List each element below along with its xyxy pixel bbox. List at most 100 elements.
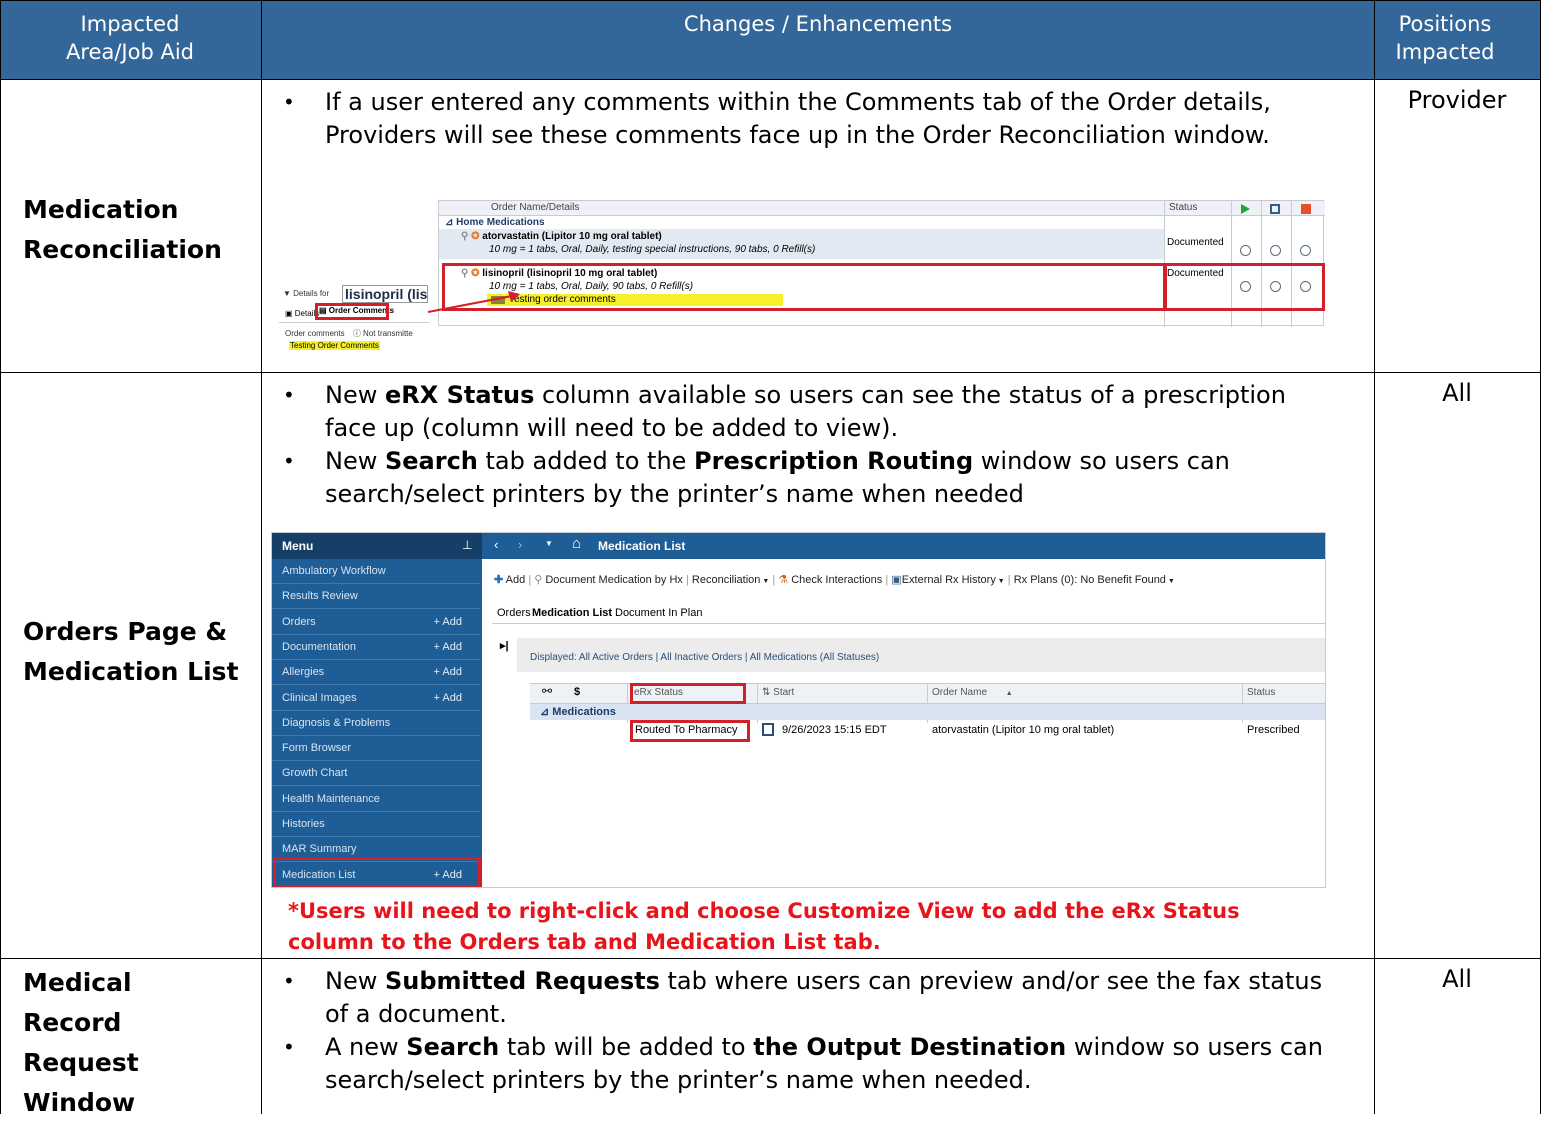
- add-button[interactable]: ✚ Add: [494, 574, 525, 586]
- sidebar-item[interactable]: Health Maintenance: [272, 787, 480, 812]
- area-orders-page: Orders Page & Medication List: [23, 617, 239, 686]
- sidebar-item[interactable]: Clinical Images + Add: [272, 686, 480, 711]
- pill-icon: ⚲: [461, 231, 469, 242]
- sidebar-item[interactable]: Orders + Add: [272, 610, 480, 635]
- sidebar-item-label: Clinical Images: [282, 691, 357, 704]
- tab-orders[interactable]: Orders: [497, 607, 531, 619]
- arrow-icon: [427, 291, 520, 313]
- sidebar-item[interactable]: Allergies + Add: [272, 660, 480, 686]
- sidebar-item-label: Form Browser: [282, 742, 352, 755]
- continue-icon[interactable]: [1241, 204, 1250, 214]
- status-value: Prescribed: [1247, 724, 1300, 736]
- sidebar-item-label: Allergies: [282, 666, 325, 679]
- collapse-icon[interactable]: ▸|: [500, 639, 509, 652]
- radio-discontinue[interactable]: [1300, 245, 1311, 256]
- sidebar-add-button[interactable]: + Add: [434, 635, 462, 660]
- med-detail: 10 mg = 1 tabs, Oral, Daily, testing spe…: [489, 244, 816, 255]
- group-home-medications: ⊿ Home Medications: [445, 217, 545, 228]
- bullet-item: • New eRX Status column available so use…: [283, 381, 1286, 442]
- sidebar-item-label: Results Review: [282, 590, 358, 603]
- modify-icon[interactable]: [1270, 204, 1280, 214]
- table-header: Impacted Area/Job Aid Changes / Enhancem…: [0, 0, 1541, 79]
- back-icon[interactable]: ‹: [494, 537, 498, 552]
- sort-icon: ⇅: [762, 687, 771, 698]
- bullet-item: • New Submitted Requests tab where users…: [283, 967, 1323, 1028]
- dropdown-icon[interactable]: ▼: [545, 539, 553, 548]
- med-status: Documented: [1167, 237, 1224, 248]
- alert-icon: ✪: [471, 231, 480, 242]
- sidebar-add-button[interactable]: + Add: [434, 610, 462, 635]
- header-impacted-area: Impacted Area/Job Aid: [66, 12, 194, 64]
- reconciliation-button[interactable]: Reconciliation ▼: [692, 574, 769, 586]
- bullet-item: • If a user entered any comments within …: [283, 88, 1271, 149]
- highlight-box: [315, 303, 389, 320]
- header-changes: Changes / Enhancements: [683, 12, 953, 36]
- chevron-down-icon: ▼: [760, 578, 770, 585]
- highlight-box: [273, 857, 481, 887]
- sidebar-item-label: Ambulatory Workflow: [282, 565, 386, 577]
- col-status[interactable]: Status: [1169, 202, 1197, 213]
- group-medications: ⊿ Medications: [540, 706, 616, 718]
- bullet-item: • New Search tab added to the Prescripti…: [283, 447, 1230, 508]
- menu-title: Menu: [282, 539, 314, 553]
- col-order-name[interactable]: Order Name/Details: [491, 202, 579, 213]
- medication-list-screenshot: Menu ⊥ Ambulatory Workflow Results Review…: [271, 532, 1326, 888]
- comment-value[interactable]: Testing Order Comments: [289, 341, 380, 350]
- header-positions: Positions Impacted: [1395, 12, 1495, 64]
- sidebar-item[interactable]: Growth Chart: [272, 761, 480, 787]
- customize-view-note: *Users will need to right-click and choo…: [288, 899, 1240, 954]
- highlight-box: [630, 720, 750, 742]
- rx-plans-button[interactable]: Rx Plans (0): No Benefit Found ▼: [1014, 574, 1175, 586]
- highlight-box: [630, 683, 746, 704]
- history-icon: ▣: [891, 574, 902, 586]
- order-comments-label: Order comments ⓘ Not transmitte: [285, 329, 413, 338]
- sidebar-item[interactable]: Form Browser: [272, 736, 480, 762]
- sidebar-add-button[interactable]: + Add: [434, 660, 462, 685]
- toolbar: ✚ Add | ⚲ Document Medication by Hx | Re…: [494, 574, 1175, 586]
- sidebar-add-button[interactable]: + Add: [434, 686, 462, 711]
- positions-all: All: [1442, 965, 1472, 993]
- plus-icon: ✚: [494, 574, 504, 586]
- interactions-icon: ⚗: [778, 574, 789, 586]
- order-name-value: atorvastatin (Lipitor 10 mg oral tablet): [932, 724, 1115, 736]
- prescription-icon: [762, 723, 774, 736]
- details-for-header: ▼ Details for: [283, 289, 330, 298]
- sidebar-item-label: Diagnosis & Problems: [282, 716, 391, 729]
- chevron-down-icon: ▼: [995, 578, 1005, 585]
- document-medication-button[interactable]: ⚲ Document Medication by Hx: [534, 574, 683, 586]
- col-status[interactable]: Status: [1247, 687, 1275, 698]
- col-start[interactable]: ⇅ Start: [762, 687, 794, 698]
- menu-list: Ambulatory Workflow Results Review Orders +…: [272, 559, 482, 887]
- highlight-box: [442, 263, 1167, 311]
- radio-continue[interactable]: [1240, 245, 1251, 256]
- area-medication-reconciliation: Medication Reconciliation: [23, 195, 222, 264]
- sidebar-item[interactable]: Results Review: [272, 584, 480, 610]
- col-dollar[interactable]: $: [574, 686, 580, 698]
- med-name: ⚲ ✪ atorvastatin (Lipitor 10 mg oral tab…: [461, 231, 662, 242]
- sidebar-item-label: Growth Chart: [282, 767, 348, 780]
- check-interactions-button[interactable]: ⚗ Check Interactions: [778, 574, 882, 586]
- tab-medication-list[interactable]: Medication List: [532, 607, 612, 619]
- side-menu: Menu ⊥ Ambulatory Workflow Results Review…: [272, 533, 482, 887]
- col-order-name[interactable]: Order Name ▲: [932, 687, 1013, 698]
- details-for-name: lisinopril (lisir: [342, 285, 428, 303]
- bullet-item: • A new Search tab will be added to the …: [283, 1033, 1323, 1094]
- home-icon[interactable]: ⌂: [572, 535, 581, 552]
- sidebar-item-label: Orders: [282, 615, 316, 628]
- pin-icon[interactable]: ⊥: [462, 538, 472, 552]
- positions-provider: Provider: [1407, 86, 1507, 114]
- sidebar-item[interactable]: Documentation + Add: [272, 635, 480, 660]
- sidebar-item[interactable]: Ambulatory Workflow: [272, 559, 480, 584]
- discontinue-icon[interactable]: [1301, 204, 1311, 214]
- start-value: 9/26/2023 15:15 EDT: [782, 724, 887, 736]
- order-details-screenshot: ▼ Details for lisinopril (lisir ▣ Detail…: [279, 285, 429, 369]
- sidebar-item-label: Histories: [282, 818, 325, 830]
- area-medical-record-request: Medical Record Request Window: [23, 968, 139, 1117]
- external-rx-history-button[interactable]: ▣External Rx History ▼: [891, 574, 1004, 586]
- sidebar-item[interactable]: Diagnosis & Problems: [272, 711, 480, 736]
- sidebar-item[interactable]: Histories: [272, 812, 480, 837]
- pill-icon: ⚲: [534, 574, 543, 586]
- radio-modify[interactable]: [1270, 245, 1281, 256]
- forward-icon[interactable]: ›: [518, 537, 522, 552]
- tab-document-in-plan[interactable]: Document In Plan: [615, 607, 702, 619]
